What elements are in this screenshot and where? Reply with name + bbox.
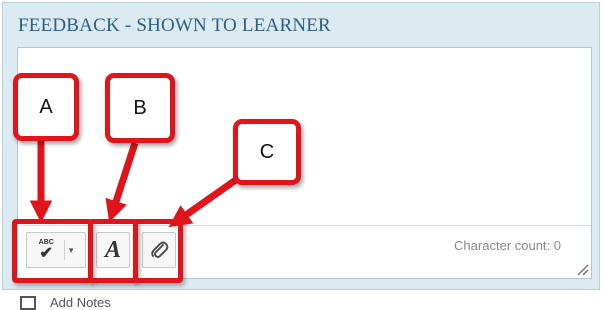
- spellcheck-highlight: [12, 219, 93, 283]
- font-format-highlight: [88, 219, 138, 283]
- attach-highlight: [133, 219, 183, 283]
- feedback-text-area[interactable]: [18, 48, 591, 228]
- callout-a: A: [13, 73, 79, 141]
- character-count: Character count: 0: [454, 238, 561, 253]
- section-title: FEEDBACK - SHOWN TO LEARNER: [18, 15, 331, 36]
- callout-b: B: [105, 73, 175, 143]
- add-notes-link[interactable]: Add Notes: [20, 295, 111, 310]
- callout-c: C: [233, 119, 301, 185]
- notes-icon: [20, 295, 36, 310]
- add-notes-label: Add Notes: [50, 295, 111, 310]
- resize-handle-icon[interactable]: [575, 262, 589, 276]
